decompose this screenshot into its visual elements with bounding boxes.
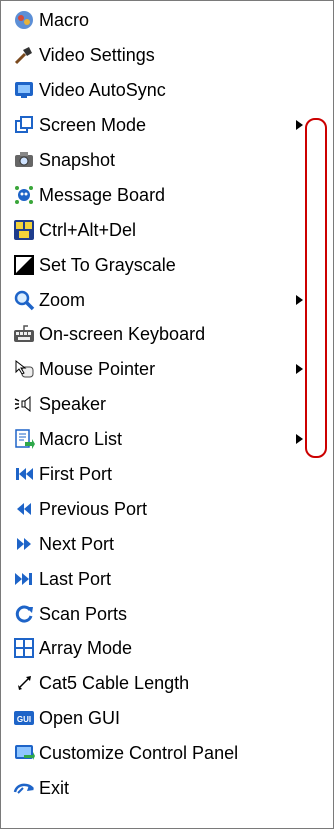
menu-item-array-mode[interactable]: Array Mode — [1, 631, 333, 666]
menu-item-zoom[interactable]: Zoom — [1, 282, 333, 317]
menu-item-label: Last Port — [39, 568, 112, 589]
menu-item-label: Array Mode — [39, 638, 133, 659]
submenu-arrow-icon — [296, 294, 303, 305]
menu-item-video-autosync[interactable]: Video AutoSync — [1, 73, 333, 108]
menu-item-label: Speaker — [39, 394, 107, 415]
grayscale-icon — [13, 254, 35, 276]
menu-item-previous-port[interactable]: Previous Port — [1, 491, 333, 526]
menu-item-label: Previous Port — [39, 498, 148, 519]
menu-item-mouse-pointer[interactable]: Mouse Pointer — [1, 352, 333, 387]
menu-item-label: Macro — [39, 10, 90, 31]
menu-item-label: First Port — [39, 464, 113, 485]
menu-item-snapshot[interactable]: Snapshot — [1, 143, 333, 178]
message-board-icon — [13, 184, 35, 206]
scan-ports-icon — [13, 603, 35, 625]
first-port-icon — [13, 463, 35, 485]
speaker-icon — [13, 393, 35, 415]
menu-item-last-port[interactable]: Last Port — [1, 561, 333, 596]
menu-item-ctrl-alt-del[interactable]: Ctrl+Alt+Del — [1, 212, 333, 247]
menu-item-set-to-grayscale[interactable]: Set To Grayscale — [1, 247, 333, 282]
menu-item-macro-list[interactable]: Macro List — [1, 422, 333, 457]
menu-item-label: Open GUI — [39, 708, 121, 729]
keyboard-icon — [13, 323, 35, 345]
context-menu: Macro Video Settings Video AutoSync Scre… — [0, 0, 334, 829]
previous-port-icon — [13, 498, 35, 520]
mouse-pointer-icon — [13, 358, 35, 380]
zoom-icon — [13, 289, 35, 311]
menu-item-scan-ports[interactable]: Scan Ports — [1, 596, 333, 631]
camera-icon — [13, 149, 35, 171]
menu-item-label: Customize Control Panel — [39, 743, 239, 764]
submenu-arrow-icon — [296, 120, 303, 131]
submenu-arrow-icon — [296, 434, 303, 445]
menu-item-exit[interactable]: Exit — [1, 771, 333, 806]
exit-icon — [13, 777, 35, 799]
svg-text:GUI: GUI — [17, 715, 31, 724]
menu-item-on-screen-keyboard[interactable]: On-screen Keyboard — [1, 317, 333, 352]
menu-item-label: Scan Ports — [39, 603, 128, 624]
last-port-icon — [13, 568, 35, 590]
autosync-icon — [13, 79, 35, 101]
video-settings-icon — [13, 44, 35, 66]
menu-item-video-settings[interactable]: Video Settings — [1, 38, 333, 73]
menu-item-message-board[interactable]: Message Board — [1, 177, 333, 212]
menu-item-screen-mode[interactable]: Screen Mode — [1, 108, 333, 143]
macro-icon — [13, 9, 35, 31]
menu-item-customize-control-panel[interactable]: Customize Control Panel — [1, 736, 333, 771]
screen-mode-icon — [13, 114, 35, 136]
gui-icon: GUI — [13, 707, 35, 729]
ctrl-alt-del-icon — [13, 219, 35, 241]
menu-item-label: Cat5 Cable Length — [39, 673, 190, 694]
menu-item-label: On-screen Keyboard — [39, 324, 206, 345]
menu-item-label: Video AutoSync — [39, 80, 166, 101]
menu-item-label: Set To Grayscale — [39, 254, 176, 275]
macro-list-icon — [13, 428, 35, 450]
next-port-icon — [13, 533, 35, 555]
menu-item-label: Macro List — [39, 429, 123, 450]
menu-item-next-port[interactable]: Next Port — [1, 526, 333, 561]
submenu-arrow-icon — [296, 364, 303, 375]
menu-item-label: Snapshot — [39, 150, 116, 170]
menu-item-first-port[interactable]: First Port — [1, 457, 333, 492]
menu-item-open-gui[interactable]: GUI Open GUI — [1, 701, 333, 736]
menu-item-cat5-cable-length[interactable]: Cat5 Cable Length — [1, 666, 333, 701]
menu-item-label: Next Port — [39, 533, 115, 554]
menu-item-label: Exit — [39, 778, 70, 799]
menu-item-macro[interactable]: Macro — [1, 3, 333, 38]
cable-length-icon — [13, 672, 35, 694]
menu-item-label: Zoom — [39, 289, 86, 310]
menu-item-label: Screen Mode — [39, 115, 147, 136]
menu-item-label: Mouse Pointer — [39, 359, 156, 380]
array-mode-icon — [13, 637, 35, 659]
menu-item-label: Video Settings — [39, 45, 155, 66]
customize-panel-icon — [13, 742, 35, 764]
submenu-highlight-annotation — [305, 118, 327, 458]
menu-item-speaker[interactable]: Speaker — [1, 387, 333, 422]
menu-item-label: Ctrl+Alt+Del — [39, 219, 137, 240]
menu-item-label: Message Board — [39, 184, 166, 205]
